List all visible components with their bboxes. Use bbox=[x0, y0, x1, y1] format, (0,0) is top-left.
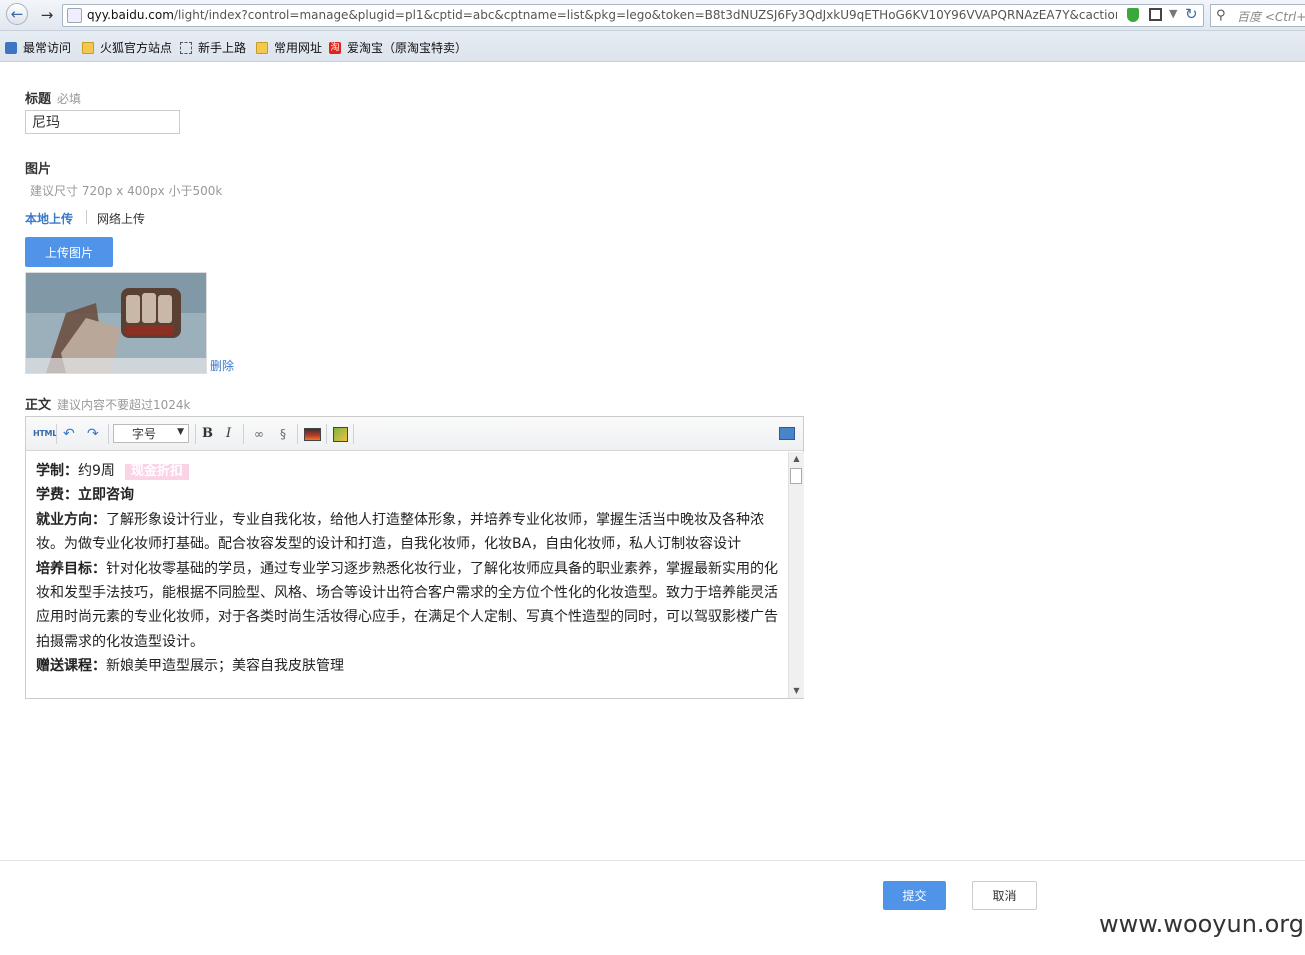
unlink-icon[interactable]: § bbox=[275, 425, 291, 442]
image-size-hint: 建议尺寸 720p x 400px 小于500k bbox=[30, 184, 223, 198]
browser-navbar: ← → qyy.baidu.com/light/index?control=ma… bbox=[0, 0, 1305, 31]
insert-image-icon[interactable] bbox=[304, 428, 321, 441]
bookmark-firefox-site[interactable]: 火狐官方站点 bbox=[82, 39, 172, 56]
toolbar-divider bbox=[108, 424, 109, 444]
scrollbar-thumb[interactable] bbox=[790, 468, 802, 484]
back-arrow-icon[interactable]: ← bbox=[6, 3, 28, 25]
title-label: 标题 必填 bbox=[25, 92, 82, 107]
search-placeholder: 百度 <Ctrl+K> bbox=[1237, 10, 1305, 24]
robot-image bbox=[26, 273, 206, 373]
url-bar[interactable]: qyy.baidu.com/light/index?control=manage… bbox=[62, 4, 1204, 27]
link-icon[interactable]: ∞ bbox=[250, 425, 268, 442]
toolbar-divider bbox=[243, 424, 244, 444]
upload-image-button[interactable]: 上传图片 bbox=[25, 237, 113, 267]
insert-picture-icon[interactable] bbox=[333, 427, 348, 442]
editor-scrollbar[interactable]: ▲ ▼ bbox=[788, 452, 804, 698]
submit-button[interactable]: 提交 bbox=[883, 881, 946, 910]
bookmark-common-sites[interactable]: 常用网址 bbox=[256, 39, 322, 56]
scroll-down-icon[interactable]: ▼ bbox=[789, 684, 804, 698]
font-size-select[interactable]: 字号 ▼ bbox=[113, 424, 189, 443]
bookmark-getting-started[interactable]: 新手上路 bbox=[180, 39, 246, 56]
title-input[interactable] bbox=[25, 110, 180, 134]
rich-text-editor: HTML ↶ ↷ 字号 ▼ B I ∞ § 学制：约9周 现金折扣 学费：立即咨询… bbox=[25, 416, 804, 699]
reload-icon[interactable]: ↻ bbox=[1185, 5, 1198, 23]
content-paragraph: 就业方向：了解形象设计行业，专业自我化妆，给他人打造整体形象，并培养专业化妆师，… bbox=[36, 511, 764, 553]
bookmark-label: 常用网址 bbox=[274, 41, 323, 55]
footer-divider bbox=[0, 860, 1305, 861]
bookmark-label: 新手上路 bbox=[198, 41, 247, 55]
watermark: www.wooyun.org bbox=[1099, 910, 1304, 938]
most-visited-icon bbox=[5, 41, 17, 54]
dashed-folder-icon bbox=[180, 41, 192, 54]
scroll-up-icon[interactable]: ▲ bbox=[789, 452, 804, 466]
chevron-down-icon: ▼ bbox=[177, 427, 184, 437]
discount-badge: 现金折扣 bbox=[124, 464, 189, 480]
content-line: 学费：立即咨询 bbox=[36, 487, 134, 504]
bookmark-aitaobao[interactable]: 淘 爱淘宝（原淘宝特卖） bbox=[329, 39, 467, 56]
bookmarks-bar: 最常访问 火狐官方站点 新手上路 常用网址 淘 爱淘宝（原淘宝特卖） bbox=[0, 31, 1305, 62]
url-text[interactable]: qyy.baidu.com/light/index?control=manage… bbox=[87, 8, 1117, 22]
toolbar-divider bbox=[326, 424, 327, 444]
font-size-label: 字号 bbox=[132, 427, 157, 441]
folder-icon bbox=[82, 41, 94, 54]
bookmark-label: 爱淘宝（原淘宝特卖） bbox=[347, 41, 468, 55]
bookmark-label: 火狐官方站点 bbox=[100, 41, 173, 55]
bold-button[interactable]: B bbox=[202, 425, 213, 442]
search-icon: ⚲ bbox=[1216, 8, 1226, 23]
content-line: 学制：约9周 现金折扣 bbox=[36, 459, 781, 483]
redo-icon[interactable]: ↷ bbox=[87, 425, 99, 442]
folder-icon bbox=[256, 41, 268, 54]
tab-divider bbox=[86, 210, 87, 224]
body-size-hint: 建议内容不要超过1024k bbox=[57, 398, 191, 412]
toolbar-divider bbox=[353, 424, 354, 444]
editor-toolbar: HTML ↶ ↷ 字号 ▼ B I ∞ § bbox=[26, 417, 803, 451]
body-label: 正文 建议内容不要超过1024k bbox=[25, 398, 191, 413]
tab-local-upload[interactable]: 本地上传 bbox=[25, 210, 73, 227]
forward-arrow-icon[interactable]: → bbox=[36, 5, 58, 25]
search-box[interactable]: ⚲ 百度 <Ctrl+K> bbox=[1210, 4, 1305, 27]
preview-icon[interactable] bbox=[779, 427, 795, 440]
content-paragraph: 培养目标：针对化妆零基础的学员，通过专业学习逐步熟悉化妆行业，了解化妆师应具备的… bbox=[36, 560, 778, 650]
toolbar-divider bbox=[297, 424, 298, 444]
qr-code-icon[interactable] bbox=[1149, 8, 1162, 21]
toolbar-divider bbox=[195, 424, 196, 444]
delete-image-link[interactable]: 删除 bbox=[210, 357, 234, 374]
editor-content[interactable]: 学制：约9周 现金折扣 学费：立即咨询 就业方向：了解形象设计行业，专业自我化妆，… bbox=[36, 459, 781, 679]
required-hint: 必填 bbox=[57, 92, 82, 106]
italic-button[interactable]: I bbox=[226, 425, 231, 442]
dropdown-arrow-icon[interactable]: ▼ bbox=[1169, 7, 1177, 20]
site-identity-icon[interactable] bbox=[67, 8, 82, 23]
shield-icon[interactable] bbox=[1127, 8, 1139, 22]
toolbar-divider bbox=[56, 424, 57, 444]
html-source-button[interactable]: HTML bbox=[33, 425, 57, 442]
bookmark-most-visited[interactable]: 最常访问 bbox=[5, 39, 71, 56]
content-paragraph: 赠送课程：新娘美甲造型展示；美容自我皮肤管理 bbox=[36, 658, 344, 675]
cancel-button[interactable]: 取消 bbox=[972, 881, 1037, 910]
uploaded-image-thumbnail bbox=[25, 272, 207, 374]
taobao-icon: 淘 bbox=[329, 41, 341, 54]
tab-network-upload[interactable]: 网络上传 bbox=[97, 210, 145, 227]
undo-icon[interactable]: ↶ bbox=[63, 425, 75, 442]
bookmark-label: 最常访问 bbox=[23, 41, 72, 55]
image-label: 图片 bbox=[25, 162, 52, 177]
